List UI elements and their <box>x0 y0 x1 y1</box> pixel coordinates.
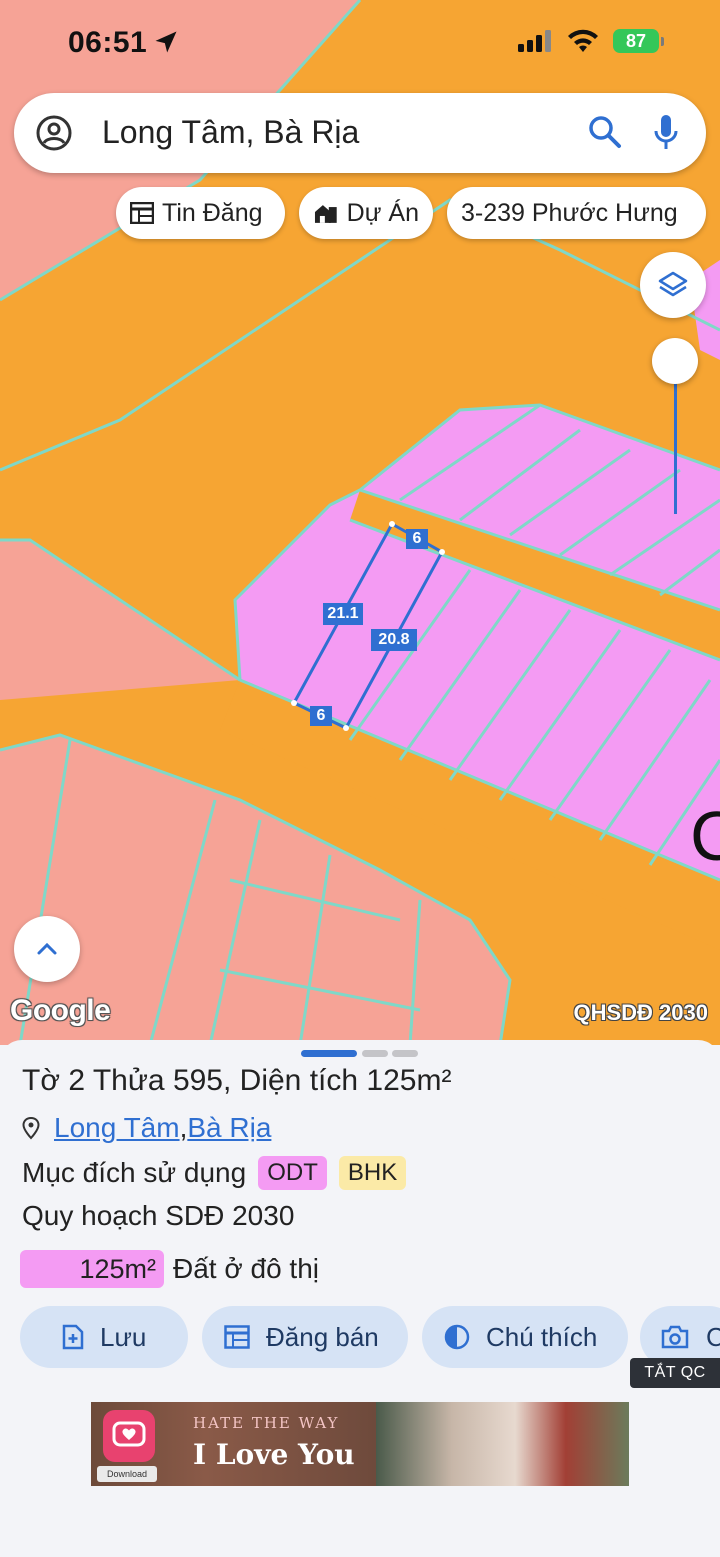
ad-tagline: HATE THE WAY <box>193 1414 340 1432</box>
cellular-signal-icon <box>518 30 551 52</box>
opacity-slider-handle[interactable] <box>652 338 698 384</box>
chip-listings-label: Tin Đăng <box>162 198 263 227</box>
parcel-location: Long Tâm, Bà Rịa <box>22 1112 271 1144</box>
search-input[interactable] <box>102 114 572 151</box>
battery-tip <box>661 37 664 46</box>
plan-name: Quy hoạch SDĐ 2030 <box>22 1200 295 1231</box>
sheet-handle[interactable] <box>362 1050 388 1057</box>
chip-projects[interactable]: Dự Án <box>299 187 433 239</box>
map-pin-icon <box>22 1116 40 1140</box>
google-logo: Google <box>10 994 111 1027</box>
land-use-purpose: Mục đích sử dụng ODT BHK <box>22 1156 407 1190</box>
search-bar[interactable] <box>14 93 706 173</box>
area-land-type: Đất ở đô thị <box>173 1253 319 1284</box>
camera-icon <box>661 1325 689 1349</box>
add-file-icon <box>62 1324 84 1350</box>
table-icon <box>224 1325 250 1349</box>
legend-button[interactable]: Chú thích <box>422 1306 628 1368</box>
chip-address-label: 3-239 Phước Hưng <box>461 198 678 227</box>
table-icon <box>130 202 154 224</box>
ad-title: I Love You <box>193 1438 355 1471</box>
district-link[interactable]: Bà Rịa <box>187 1112 271 1144</box>
battery-indicator: 87 <box>613 29 659 53</box>
commune-link[interactable]: Long Tâm <box>54 1112 180 1144</box>
map-layer-label: QHSDĐ 2030 <box>573 1000 708 1025</box>
clock: 06:51 <box>68 26 148 59</box>
contrast-icon <box>444 1324 470 1350</box>
layers-button[interactable] <box>640 252 706 318</box>
location-arrow-icon <box>155 31 177 53</box>
parcel-top-length: 6 <box>412 530 422 547</box>
buildings-icon <box>314 205 337 223</box>
parcel-info-sheet[interactable]: Tờ 2 Thửa 595, Diện tích 125m² Long Tâm,… <box>0 1040 720 1557</box>
expand-up-button[interactable] <box>14 916 80 982</box>
heart-icon <box>112 1421 146 1447</box>
parcel-title: Tờ 2 Thửa 595, Diện tích 125m² <box>22 1064 452 1097</box>
parcel-bottom-length: 6 <box>316 707 326 724</box>
opacity-slider-track[interactable] <box>674 362 677 514</box>
app-heart-icon <box>103 1410 155 1462</box>
chip-projects-label: Dự Án <box>346 198 419 227</box>
post-for-sale-button[interactable]: Đăng bán <box>202 1306 408 1368</box>
parcel-right-length: 20.8 <box>378 631 410 648</box>
area-breakdown-row: 125m² Đất ở đô thị <box>20 1250 319 1288</box>
tag-bhk[interactable]: BHK <box>338 1156 407 1190</box>
chip-address[interactable]: 3-239 Phước Hưng <box>447 187 706 239</box>
sheet-handle-active[interactable] <box>301 1050 357 1057</box>
wifi-icon <box>568 29 598 52</box>
svg-text:C: C <box>690 797 720 875</box>
ad-download-label: Download <box>97 1466 157 1482</box>
sheet-handle[interactable] <box>392 1050 418 1057</box>
save-button[interactable]: Lưu <box>20 1306 188 1368</box>
microphone-icon[interactable] <box>652 113 680 153</box>
chip-listings[interactable]: Tin Đăng <box>116 187 285 239</box>
layers-icon <box>658 271 688 297</box>
ad-photo <box>376 1402 629 1486</box>
area-value-badge: 125m² <box>20 1250 164 1288</box>
account-icon[interactable] <box>36 115 72 151</box>
status-bar: 06:51 87 <box>0 0 720 84</box>
search-icon[interactable] <box>588 115 622 149</box>
ad-banner[interactable]: Download HATE THE WAY I Love You <box>91 1402 629 1486</box>
map-view[interactable]: C 6 21.1 20.8 6 06:51 87 Long Tâm, Bà Rị… <box>0 0 720 1045</box>
close-ad-button[interactable]: TẮT QC <box>630 1358 720 1388</box>
parcel-left-length: 21.1 <box>327 605 359 622</box>
chevron-up-icon <box>37 942 57 955</box>
tag-odt[interactable]: ODT <box>258 1156 327 1190</box>
